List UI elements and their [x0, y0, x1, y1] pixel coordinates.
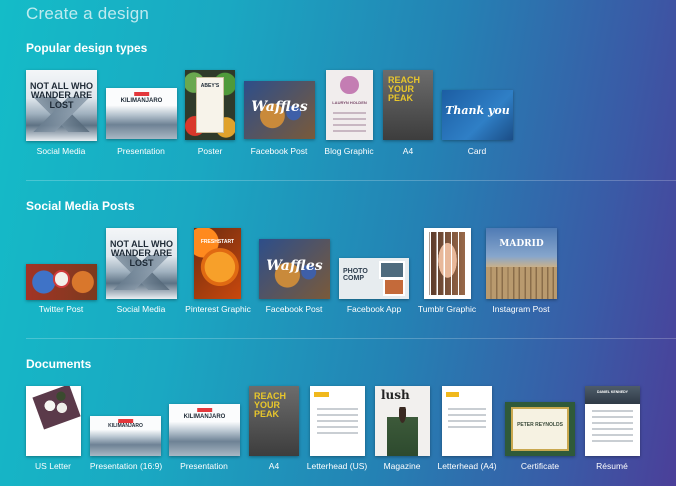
thumbnail-text: Thank you: [445, 104, 510, 117]
tile-thumbnail: KILIMANJARO: [106, 88, 177, 139]
tile-label: Presentation (16:9): [89, 461, 163, 471]
tile-thumbnail: MADRID: [486, 228, 557, 299]
tile-thumbnail: DANIEL KENNEDY: [585, 386, 640, 456]
tile-label: Card: [467, 146, 487, 156]
thumbnail-text: FRESHSTART: [200, 239, 235, 245]
thumbnail-text: lush: [381, 388, 410, 402]
thumbnail-text: MADRID: [499, 239, 544, 249]
tile-thumbnail: KILIMANJARO: [169, 404, 240, 456]
tile-label: Pinterest Graphic: [185, 304, 251, 314]
tile-thumbnail: LAURYN HOLDEN: [326, 70, 373, 140]
section-heading-documents: Documents: [26, 357, 92, 371]
tile-thumbnail: Waffles: [244, 81, 315, 139]
tile-label: Facebook App: [346, 304, 402, 314]
tile-label: Presentation: [117, 146, 165, 156]
tile-label: Magazine: [383, 461, 421, 471]
tile-thumbnail: [26, 386, 81, 456]
tile-label: Blog Graphic: [324, 146, 374, 156]
tile-thumbnail: REACH YOUR PEAK: [383, 70, 433, 140]
tile-thumbnail: [442, 386, 492, 456]
tile-thumbnail: REACH YOUR PEAK: [249, 386, 299, 456]
tile-label: Letterhead (US): [306, 461, 368, 471]
thumbnail-text: PHOTO COMP: [343, 268, 368, 283]
tile-thumbnail: [310, 386, 365, 456]
thumbnail-text: REACH YOUR PEAK: [254, 391, 287, 419]
tile-label: Résumé: [596, 461, 628, 471]
thumbnail-text: NOT ALL WHO WANDER ARE LOST: [110, 239, 173, 268]
tile-label: A4: [268, 461, 280, 471]
tile-thumbnail: PETER REYNOLDS: [505, 402, 575, 456]
tile-thumbnail: PHOTO COMP: [339, 258, 409, 299]
tile-thumbnail: KILIMANJARO: [90, 416, 161, 456]
thumbnail-text: REACH YOUR PEAK: [388, 75, 421, 103]
tile-label: Tumblr Graphic: [417, 304, 477, 314]
tile-label: Social Media: [116, 304, 166, 314]
thumbnail-text: PETER REYNOLDS: [517, 422, 563, 428]
tile-label: Presentation: [180, 461, 228, 471]
tile-thumbnail: NOT ALL WHO WANDER ARE LOST: [26, 70, 97, 141]
tile-thumbnail: [26, 264, 97, 300]
tile-thumbnail: Waffles: [259, 239, 330, 299]
tile-label: Instagram Post: [492, 304, 550, 314]
section-heading-popular: Popular design types: [26, 41, 148, 55]
tile-thumbnail: [424, 228, 471, 299]
tile-label: Facebook Post: [265, 304, 323, 314]
thumbnail-text: ABEY'S: [200, 83, 220, 89]
section-divider: [26, 338, 676, 339]
tile-label: Facebook Post: [250, 146, 308, 156]
thumbnail-text: KILIMANJARO: [108, 423, 143, 429]
tile-label: US Letter: [35, 461, 71, 471]
section-heading-social-media-posts: Social Media Posts: [26, 199, 135, 213]
tile-thumbnail: NOT ALL WHO WANDER ARE LOST: [106, 228, 177, 299]
tile-label: Social Media: [36, 146, 86, 156]
tile-thumbnail: ABEY'S: [185, 70, 235, 140]
thumbnail-text: KILIMANJARO: [183, 414, 226, 420]
tile-thumbnail: Thank you: [442, 90, 513, 140]
thumbnail-text: DANIEL KENNEDY: [596, 390, 629, 394]
tile-label: Twitter Post: [38, 304, 84, 314]
tile-label: Letterhead (A4): [437, 461, 497, 471]
section-divider: [26, 180, 676, 181]
tile-label: A4: [402, 146, 414, 156]
thumbnail-text: Waffles: [251, 99, 308, 115]
thumbnail-text: LAURYN HOLDEN: [332, 100, 367, 105]
tile-thumbnail: lush: [375, 386, 430, 456]
thumbnail-text: NOT ALL WHO WANDER ARE LOST: [30, 81, 93, 110]
tile-thumbnail: FRESHSTART: [194, 228, 241, 299]
tile-label: Poster: [197, 146, 223, 156]
thumbnail-text: Waffles: [266, 258, 323, 274]
tile-label: Certificate: [520, 461, 560, 471]
thumbnail-text: KILIMANJARO: [120, 98, 163, 104]
page-title: Create a design: [26, 4, 150, 23]
